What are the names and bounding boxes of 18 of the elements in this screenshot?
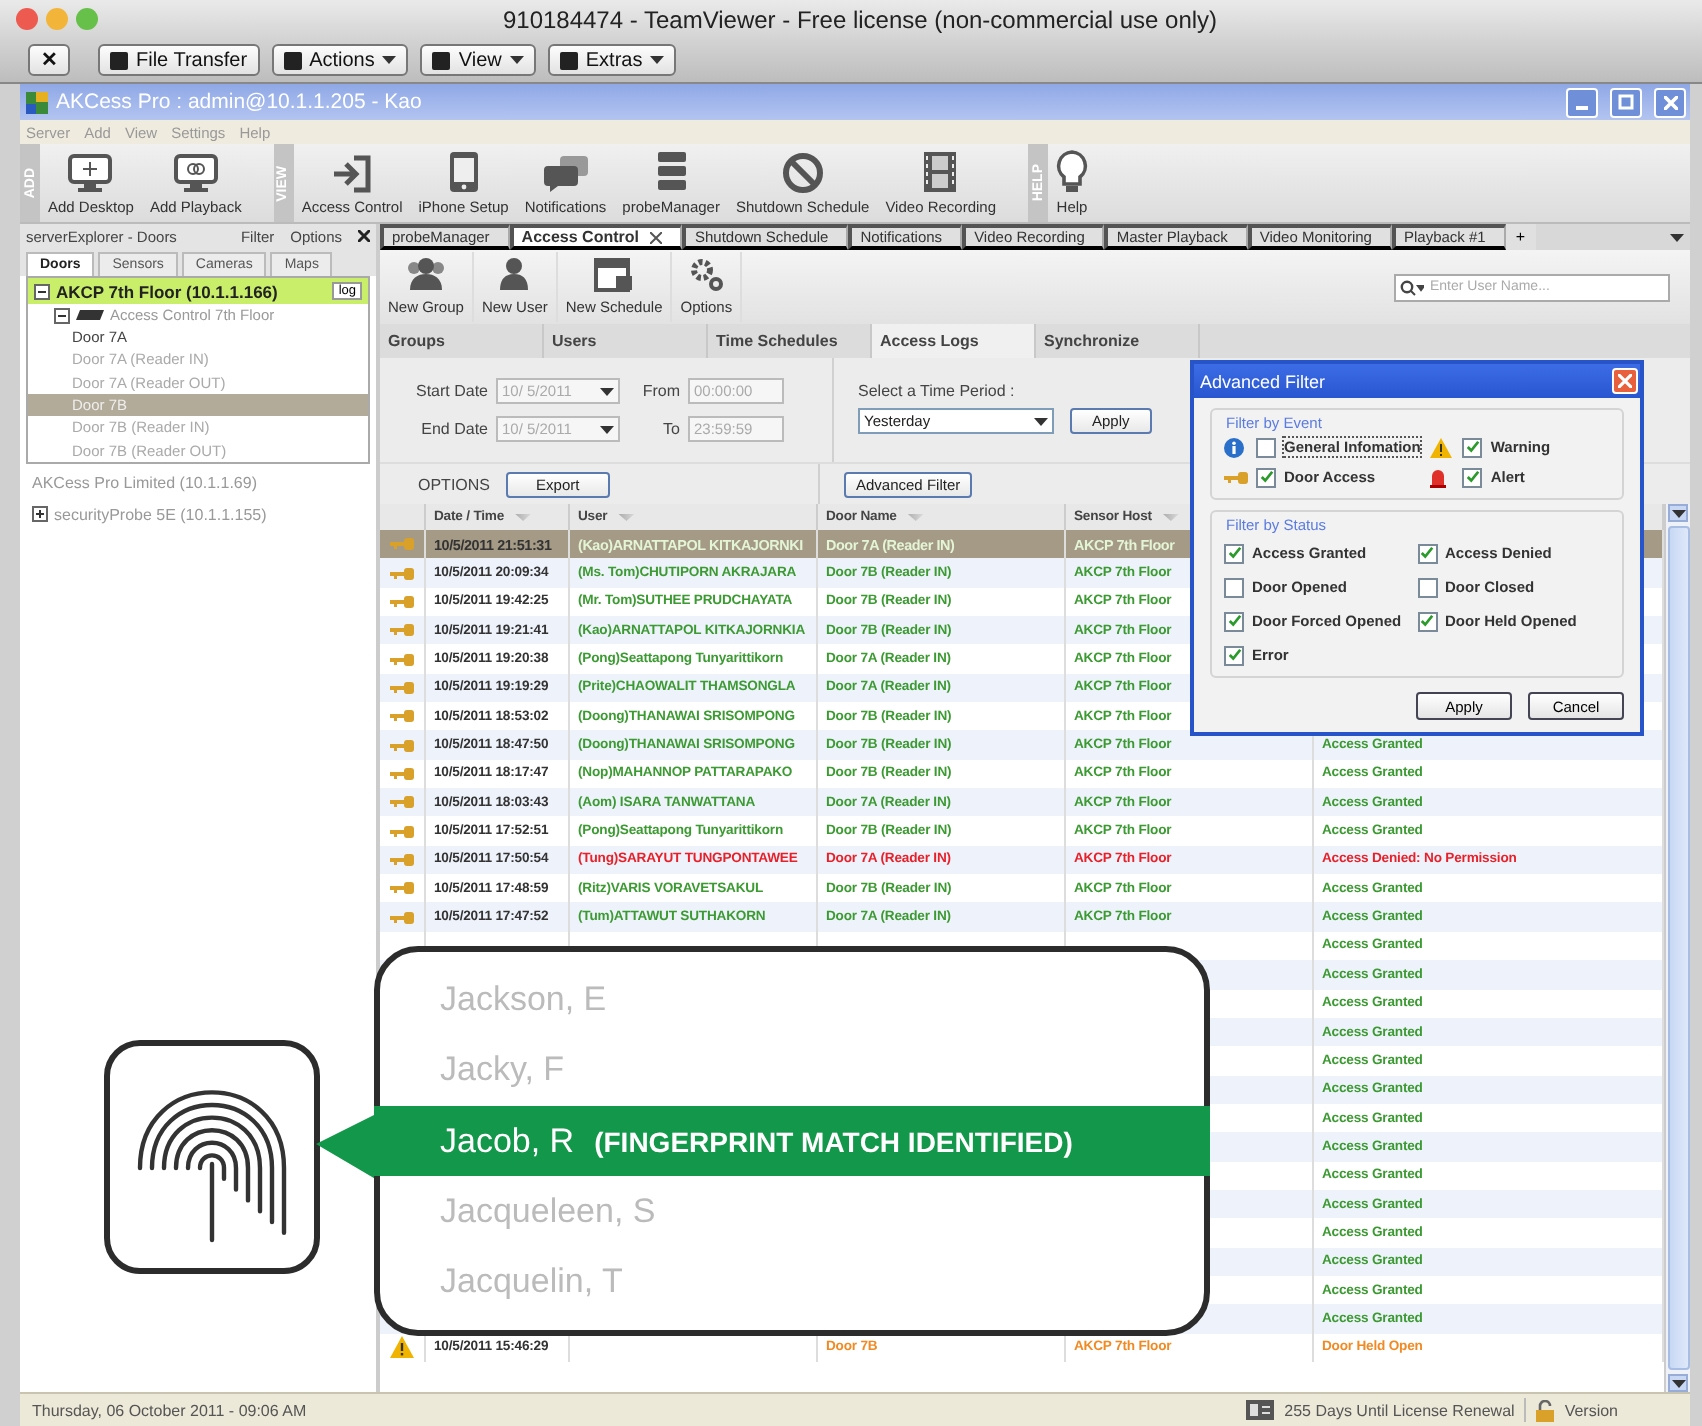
dialog-title: Advanced Filter (1200, 371, 1328, 391)
name-text: Jacky, F (440, 1050, 565, 1091)
field-label: Select a Time Period : (858, 382, 1017, 400)
field-label: To (661, 420, 680, 438)
field-label: End Date (419, 420, 488, 438)
match-note: (FINGERPRINT MATCH IDENTIFIED) (594, 1125, 1073, 1158)
status-text: Thursday, 06 October 2011 - 09:06 AM (32, 1401, 309, 1419)
name-text: Jacob, R (440, 1121, 575, 1162)
window-title: 910184474 - TeamViewer - Free license (non-commercial use only) (500, 5, 1220, 33)
field-label: Start Date (413, 382, 488, 400)
name-text: Jackson, E (440, 979, 607, 1020)
status-text: 255 Days Until License Renewal (1284, 1401, 1515, 1419)
field-label: From (640, 382, 680, 400)
name-text: Jacqueleen, S (440, 1191, 656, 1232)
options-label: OPTIONS (418, 475, 491, 493)
app-title: AKCess Pro : admin@10.1.1.205 - Kao (56, 90, 424, 114)
name-text: Jacquelin, T (440, 1262, 623, 1303)
status-text: Version (1564, 1401, 1618, 1419)
